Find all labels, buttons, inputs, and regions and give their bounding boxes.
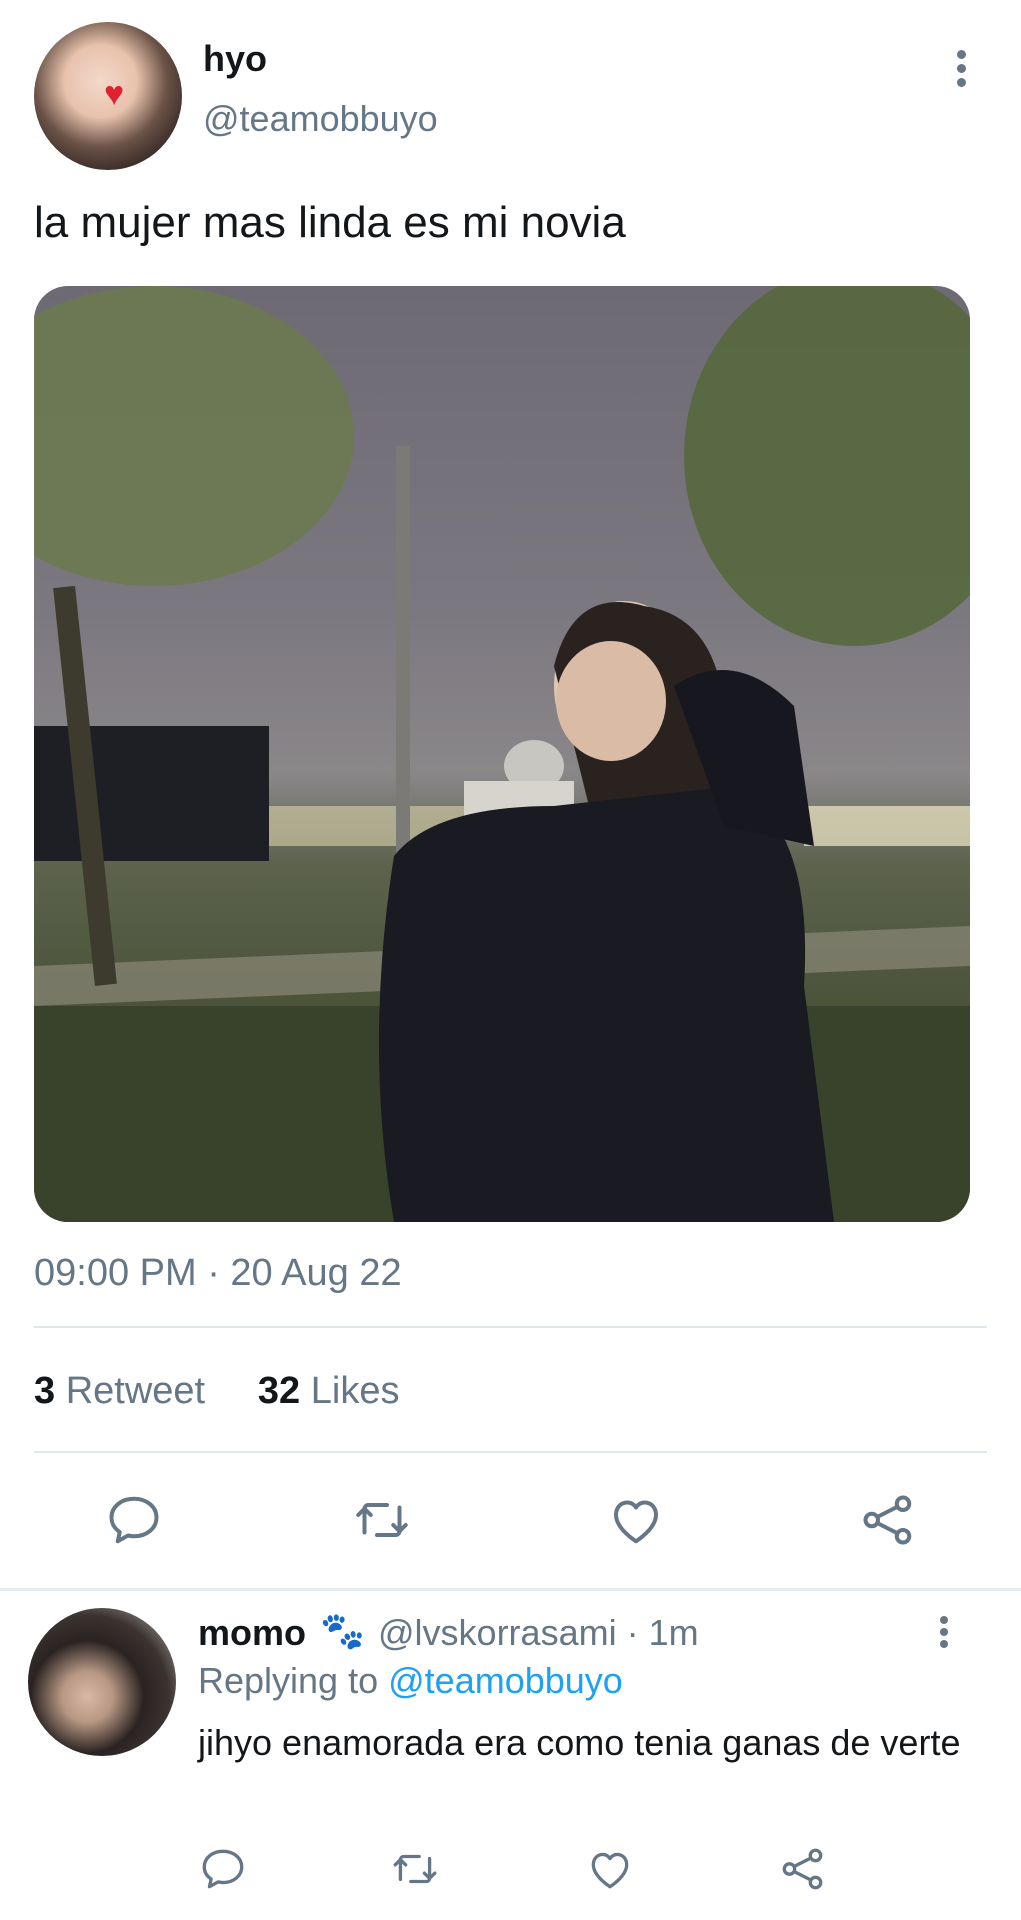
divider xyxy=(34,1326,987,1328)
heart-icon xyxy=(591,1852,629,1889)
section-divider xyxy=(0,1588,1021,1591)
tweet-text: la mujer mas linda es mi novia xyxy=(34,198,626,247)
replying-to: Replying to @teamobbuyo xyxy=(198,1660,623,1702)
like-button[interactable] xyxy=(606,1490,666,1550)
reply-like-button[interactable] xyxy=(585,1844,635,1894)
reply-text: jihyo enamorada era como tenia ganas de … xyxy=(198,1722,961,1763)
heart-sticker-icon: ♥ xyxy=(104,75,125,113)
reply-icon xyxy=(202,1849,244,1889)
reply-icon xyxy=(109,1496,159,1544)
more-options-icon[interactable] xyxy=(948,50,974,92)
retweet-label[interactable]: Retweet xyxy=(66,1370,205,1412)
like-label[interactable]: Likes xyxy=(311,1370,400,1412)
retweet-icon xyxy=(356,1503,408,1537)
retweet-button[interactable] xyxy=(352,1490,412,1550)
reply-button[interactable] xyxy=(104,1490,164,1550)
author-avatar[interactable]: ♥ xyxy=(34,22,182,170)
tweet-photo[interactable] xyxy=(34,286,970,1222)
share-icon xyxy=(863,1495,912,1545)
reply-author-handle[interactable]: @lvskorrasami · 1m xyxy=(378,1612,699,1654)
heart-icon xyxy=(614,1500,658,1544)
reply-author-avatar[interactable] xyxy=(28,1608,176,1756)
retweet-icon xyxy=(393,1854,437,1884)
retweet-count[interactable]: 3 xyxy=(34,1370,55,1412)
reply-share-button[interactable] xyxy=(778,1844,828,1894)
reply-more-options-icon[interactable] xyxy=(932,1616,956,1656)
paw-icon: 🐾 xyxy=(320,1610,365,1651)
share-button[interactable] xyxy=(858,1490,918,1550)
author-name[interactable]: hyo xyxy=(203,38,267,80)
photo-scene xyxy=(34,286,970,1222)
reply-author-name[interactable]: momo xyxy=(198,1612,306,1654)
tweet-timestamp[interactable]: 09:00 PM · 20 Aug 22 xyxy=(34,1252,402,1295)
reply-reply-button[interactable] xyxy=(198,1844,248,1894)
divider xyxy=(34,1451,987,1453)
tweet-stats: 3 Retweet 32 Likes xyxy=(34,1370,399,1413)
author-handle[interactable]: @teamobbuyo xyxy=(203,98,438,140)
like-count[interactable]: 32 xyxy=(258,1370,300,1412)
share-icon xyxy=(782,1848,823,1890)
reply-retweet-button[interactable] xyxy=(390,1844,440,1894)
replying-prefix: Replying to xyxy=(198,1660,379,1701)
replying-to-link[interactable]: @teamobbuyo xyxy=(388,1660,623,1701)
